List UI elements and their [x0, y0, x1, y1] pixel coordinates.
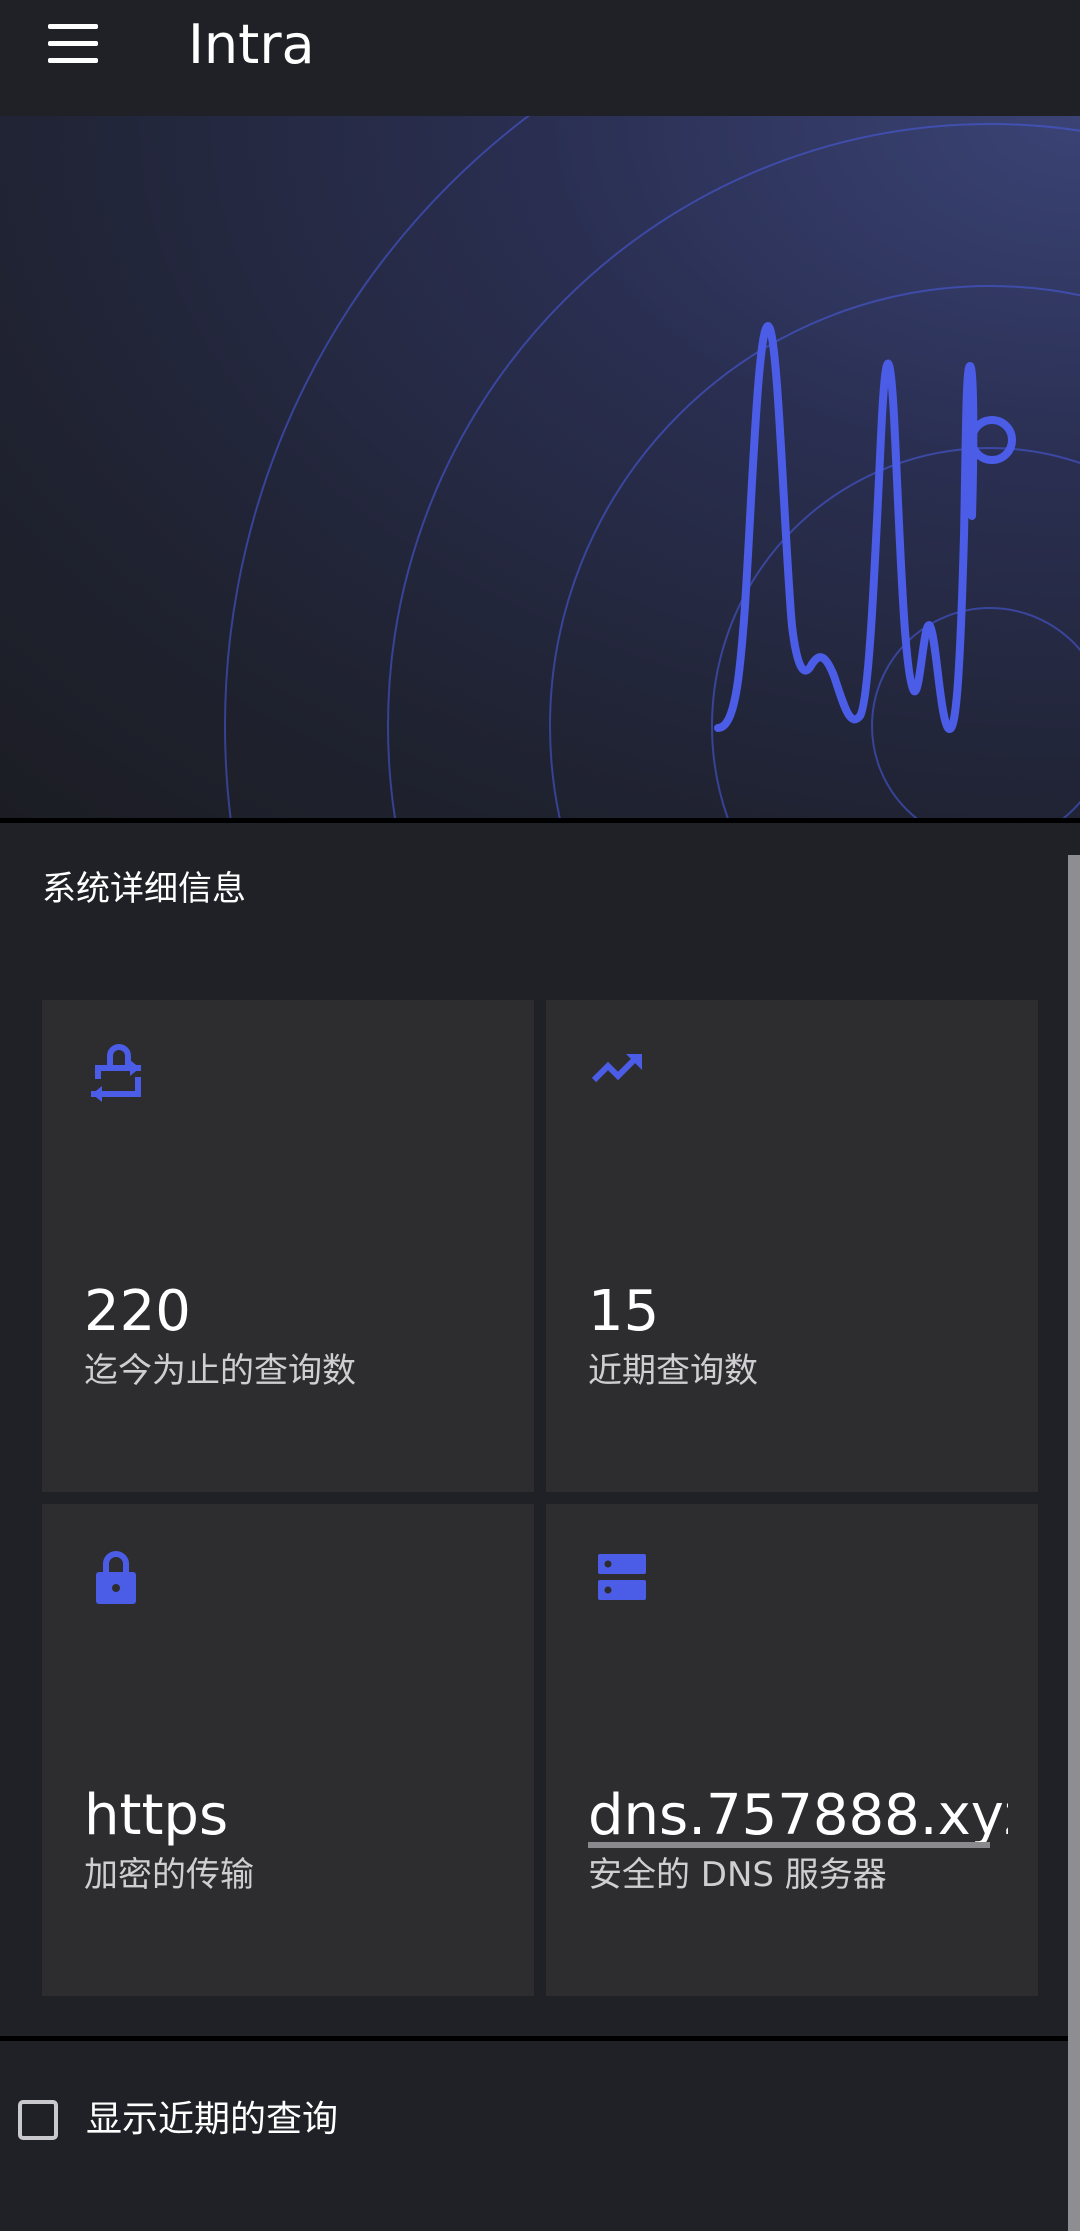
- card-total-queries: 220 迄今为止的查询数: [42, 1000, 534, 1492]
- lock-reset-icon: [91, 1044, 141, 1102]
- dns-server-value[interactable]: dns.757888.xyz: [588, 1782, 1008, 1850]
- show-recent-queries-checkbox[interactable]: [18, 2100, 58, 2140]
- app-title: Intra: [188, 13, 315, 76]
- section-title: 系统详细信息: [42, 869, 246, 909]
- query-activity-graphic: [0, 116, 1080, 818]
- app-root: Intra 系统详细信息 220 迄今为止的查询数 15 近期查询数 https…: [0, 0, 1080, 2231]
- bottom-divider: [0, 2036, 1080, 2041]
- waveform-line: [714, 322, 978, 734]
- card-transport: https 加密的传输: [42, 1504, 534, 1996]
- dns-server-label: 安全的 DNS 服务器: [588, 1855, 887, 1895]
- transport-value: https: [84, 1783, 229, 1848]
- hero-divider: [0, 818, 1080, 823]
- recent-queries-value: 15: [588, 1279, 660, 1344]
- show-recent-queries-label: 显示近期的查询: [86, 2099, 339, 2140]
- scrollbar-track[interactable]: [1068, 855, 1080, 2231]
- total-queries-label: 迄今为止的查询数: [84, 1351, 356, 1391]
- card-recent-queries: 15 近期查询数: [546, 1000, 1038, 1492]
- transport-label: 加密的传输: [84, 1855, 254, 1895]
- total-queries-value: 220: [84, 1279, 191, 1344]
- stats-grid: 220 迄今为止的查询数 15 近期查询数 https 加密的传输 dns.75…: [42, 1000, 1038, 2000]
- show-recent-queries-row[interactable]: 显示近期的查询: [16, 2094, 616, 2156]
- recent-queries-label: 近期查询数: [588, 1351, 758, 1391]
- hero-graphic: [0, 116, 1080, 818]
- dns-server-underline: [588, 1842, 990, 1848]
- hamburger-menu-icon[interactable]: [44, 20, 102, 68]
- top-app-bar: Intra: [0, 0, 1080, 116]
- server-icon: [598, 1554, 646, 1600]
- scrollbar-thumb[interactable]: [1068, 855, 1080, 2231]
- lock-icon: [96, 1551, 136, 1604]
- waveform-endpoint-dot: [968, 416, 1016, 464]
- trending-up-icon: [591, 1054, 642, 1083]
- card-dns-server[interactable]: dns.757888.xyz 安全的 DNS 服务器: [546, 1504, 1038, 1996]
